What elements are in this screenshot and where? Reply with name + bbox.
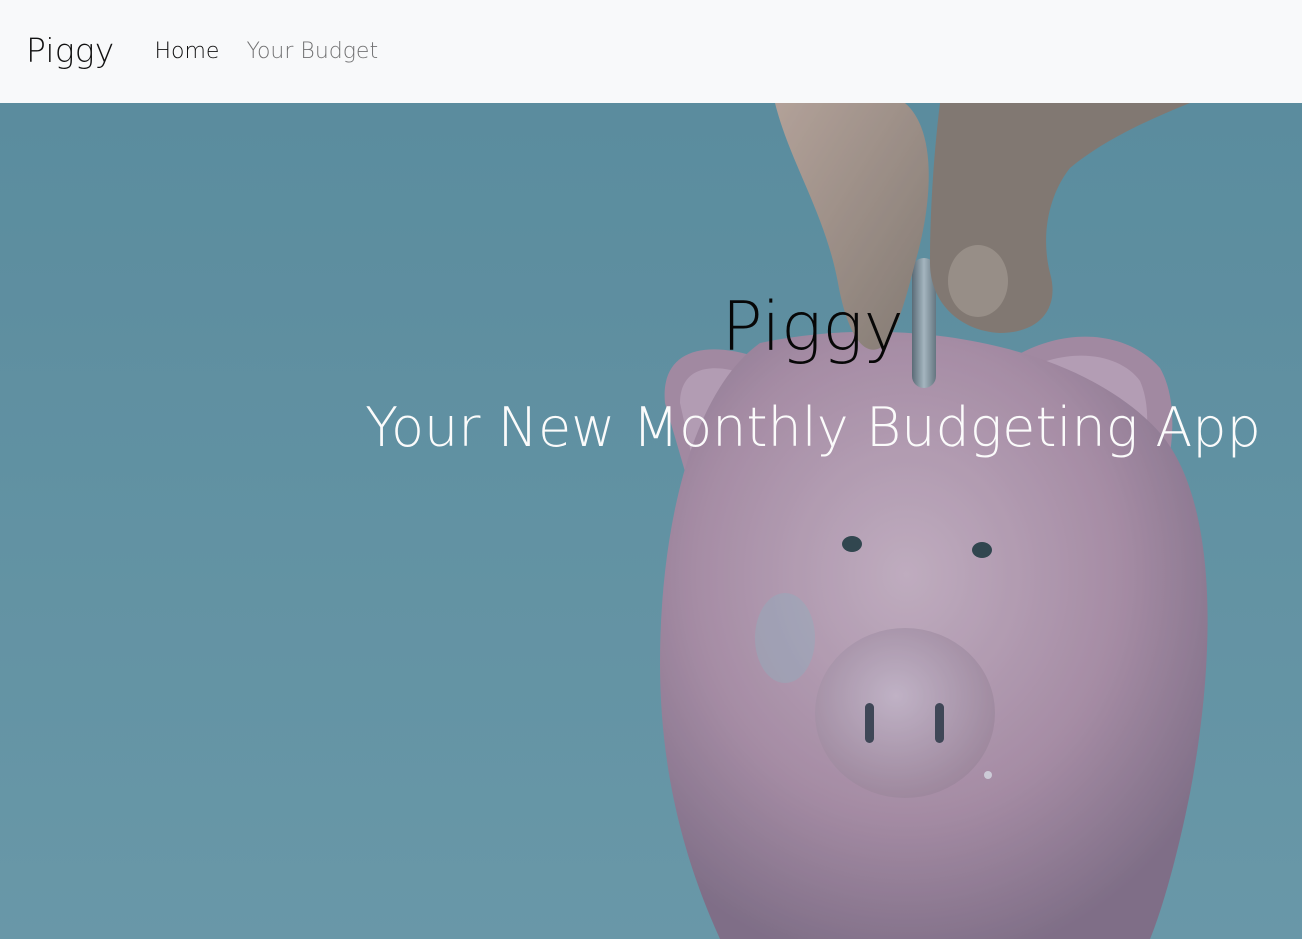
brand-logo-link[interactable]: Piggy	[26, 31, 114, 70]
hero-subtitle: Your New Monthly Budgeting App	[365, 396, 1261, 459]
nav-link-your-budget[interactable]: Your Budget	[246, 39, 378, 64]
hero-background-image	[0, 103, 1302, 939]
nav-link-home[interactable]: Home	[154, 39, 219, 64]
hero-title: Piggy	[721, 288, 905, 367]
hero-section: Piggy Your New Monthly Budgeting App	[0, 103, 1302, 939]
top-navbar: Piggy Home Your Budget	[0, 0, 1302, 103]
